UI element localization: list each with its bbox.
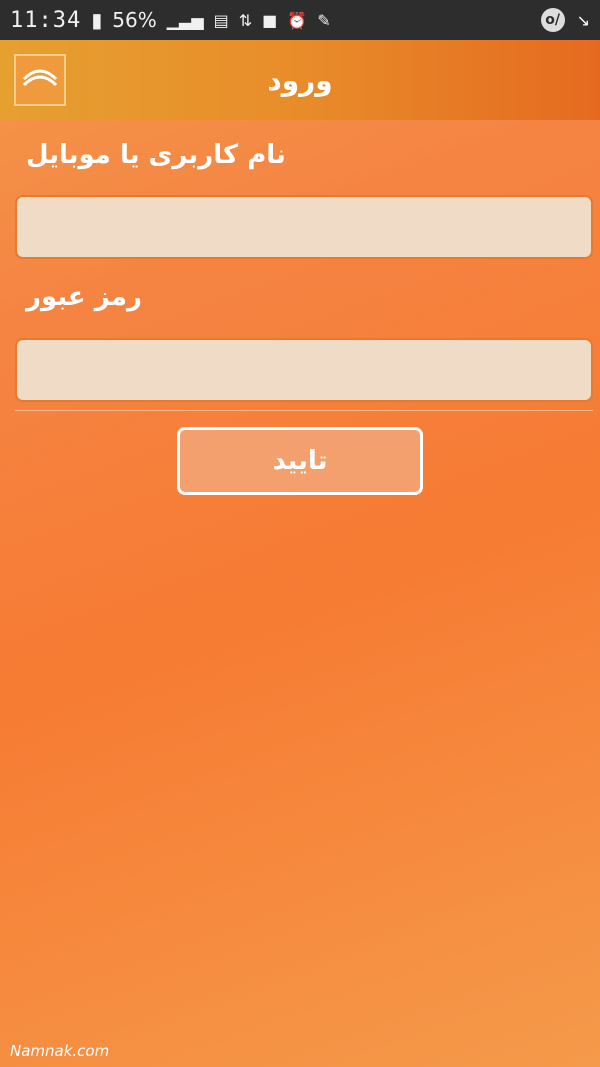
password-input[interactable]: [15, 338, 593, 402]
status-time: 11:34: [10, 7, 82, 33]
username-input[interactable]: [15, 195, 593, 259]
watermark: Namnak.com: [10, 1042, 110, 1060]
divider: [15, 410, 593, 411]
page-title: ورود: [267, 63, 333, 97]
shortcut-icon: o/: [540, 8, 565, 32]
tools-icon: ✎: [317, 10, 331, 30]
notification-icon: ■: [262, 10, 278, 30]
app-header: ورود: [0, 40, 600, 120]
battery-percentage: 56%: [112, 8, 157, 32]
chart-icon: ▤: [213, 10, 229, 30]
back-button[interactable]: [14, 54, 66, 106]
chevron-icon: [22, 69, 58, 87]
battery-icon: ▮: [91, 8, 103, 32]
password-label: رمز عبور: [26, 282, 142, 312]
submit-button[interactable]: تایید: [177, 427, 423, 495]
alarm-icon: ⏰: [287, 10, 308, 30]
call-icon: ↘: [576, 10, 590, 30]
signal-icon: ▁▃▅: [166, 10, 204, 30]
status-left: 11:34 ▮ 56% ▁▃▅ ▤ ⇅ ■ ⏰ ✎: [10, 8, 331, 33]
username-label: نام کاربری یا موبایل: [26, 140, 286, 170]
data-icon: ⇅: [238, 10, 253, 30]
status-icons: ▁▃▅ ▤ ⇅ ■ ⏰ ✎: [167, 11, 331, 30]
status-bar: 11:34 ▮ 56% ▁▃▅ ▤ ⇅ ■ ⏰ ✎ o/ ↘: [0, 0, 600, 40]
status-right: o/ ↘: [540, 8, 590, 32]
